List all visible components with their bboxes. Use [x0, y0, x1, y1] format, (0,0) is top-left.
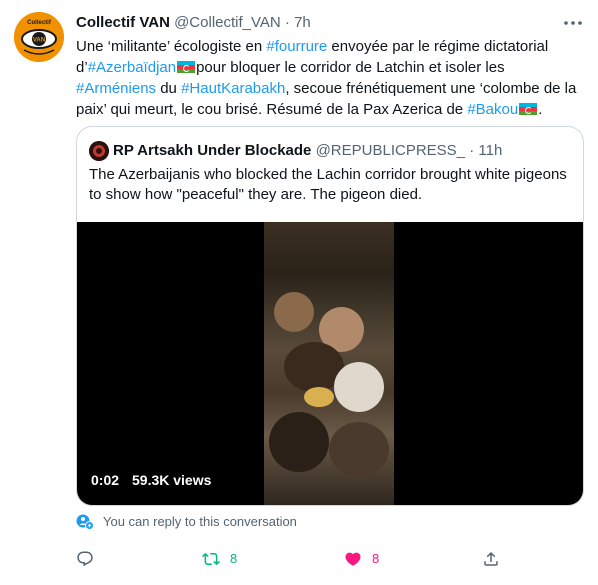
quoted-author-avatar[interactable]	[89, 141, 109, 161]
hashtag-armeniens[interactable]: #Arméniens	[76, 80, 156, 97]
retweet-count: 8	[230, 551, 238, 566]
hashtag-azerbaidjan[interactable]: #Azerbaïdjan	[88, 59, 176, 76]
author-name[interactable]: Collectif VAN	[76, 14, 170, 31]
author-handle[interactable]: @Collectif_VAN	[174, 14, 281, 31]
text-part: Une ‘militante’ écologiste en	[76, 38, 267, 55]
header-separator: ·	[284, 14, 290, 31]
text-part: pour bloquer le corridor de Latchin et i…	[196, 59, 505, 76]
reply-button[interactable]	[76, 545, 100, 573]
svg-text:Collectif: Collectif	[27, 20, 52, 26]
share-button[interactable]	[482, 545, 506, 573]
text-part: du	[156, 80, 182, 97]
azerbaijan-flag-icon	[519, 103, 538, 115]
author-avatar[interactable]: Collectif VAN	[14, 12, 64, 62]
hashtag-hautkarabakh[interactable]: #HautKarabakh	[181, 80, 285, 97]
quoted-time[interactable]: 11h	[478, 142, 502, 159]
quoted-tweet[interactable]: RP Artsakh Under Blockade @REPUBLICPRESS…	[76, 126, 584, 506]
video-duration: 0:02	[91, 472, 120, 488]
hashtag-fourrure[interactable]: #fourrure	[266, 38, 327, 55]
quoted-author-name[interactable]: RP Artsakh Under Blockade	[113, 142, 311, 159]
like-icon	[345, 552, 361, 566]
retweet-icon	[202, 552, 220, 566]
video-views: 59.3K views	[132, 472, 212, 488]
hashtag-bakou[interactable]: #Bakou	[467, 101, 518, 118]
video-player[interactable]: 0:02 59.3K views	[77, 222, 583, 505]
tweet[interactable]: Collectif VAN Collectif VAN @Collectif_V…	[0, 0, 598, 585]
like-count: 8	[372, 551, 380, 566]
svg-text:VAN: VAN	[33, 38, 45, 44]
share-icon	[484, 551, 498, 566]
tweet-header: Collectif VAN @Collectif_VAN · 7h	[76, 13, 584, 33]
tweet-time[interactable]: 7h	[294, 14, 311, 31]
text-part: .	[538, 101, 543, 118]
reply-icon	[77, 551, 93, 567]
quoted-text: The Azerbaijanis who blocked the Lachin …	[89, 166, 567, 203]
tweet-text: Une ‘militante’ écologiste en #fourrure …	[76, 36, 586, 120]
azerbaijan-flag-icon	[177, 61, 196, 73]
quoted-header: RP Artsakh Under Blockade @REPUBLICPRESS…	[113, 141, 573, 161]
retweet-button[interactable]: 8	[202, 545, 252, 573]
action-bar: 8 8	[0, 545, 598, 573]
reply-notice-text: You can reply to this conversation	[103, 514, 297, 529]
video-frame	[264, 222, 394, 505]
conversation-reply-icon	[76, 514, 94, 530]
like-button[interactable]: 8	[344, 545, 394, 573]
quoted-author-handle[interactable]: @REPUBLICPRESS_	[316, 142, 465, 159]
quoted-separator: ·	[469, 142, 475, 159]
more-icon[interactable]	[562, 14, 584, 32]
